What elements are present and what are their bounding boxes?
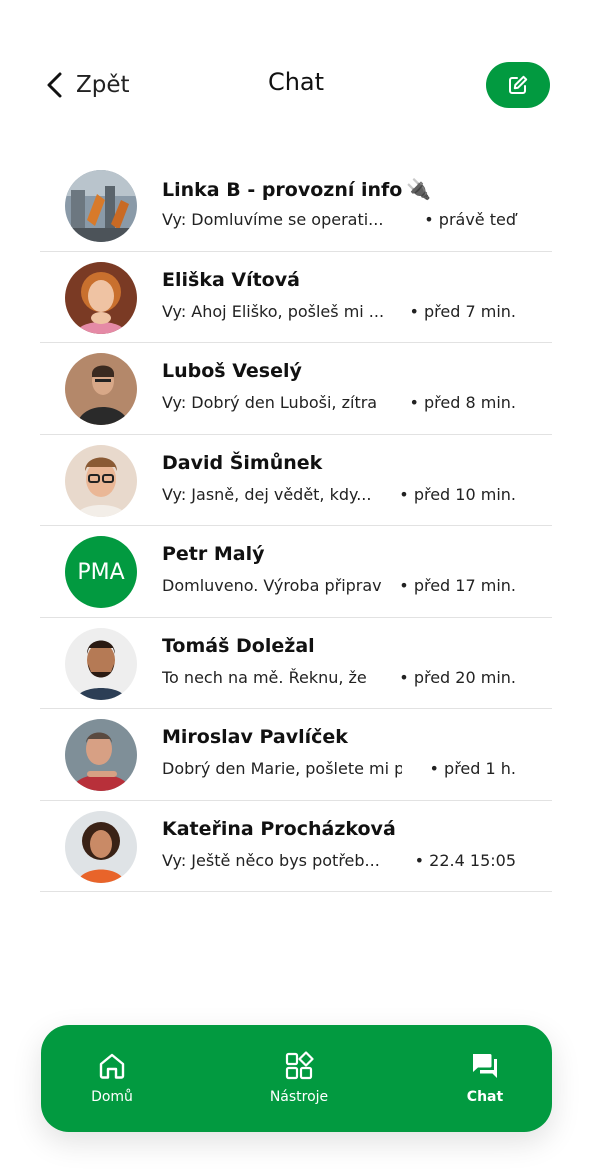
avatar (65, 444, 137, 517)
avatar (65, 627, 137, 700)
woman-photo-icon (65, 261, 137, 334)
factory-photo-icon (65, 170, 137, 242)
man-older-photo-icon (65, 719, 137, 791)
chat-time: • právě teď (420, 210, 516, 229)
chat-list: Linka B - provozní info 🔌 Vy: Domluvíme s… (40, 160, 552, 892)
chat-time: • před 10 min. (395, 484, 516, 504)
chat-row[interactable]: PMA Petr Malý Domluveno. Výroba připrav … (40, 526, 552, 618)
tab-tools-label: Nástroje (269, 1089, 329, 1105)
chat-bubbles-icon (470, 1051, 500, 1081)
chat-row[interactable]: Luboš Veselý Vy: Dobrý den Luboši, zítra… (40, 343, 552, 435)
man-beard-photo-icon (65, 627, 137, 700)
chat-row[interactable]: Tomáš Doležal To nech na mě. Řeknu, že •… (40, 618, 552, 709)
chat-time: • před 1 h. (425, 759, 516, 778)
chat-preview: Dobrý den Marie, pošlete mi p (162, 759, 402, 778)
compose-button[interactable] (486, 62, 550, 108)
tab-chat[interactable]: Chat (415, 1025, 555, 1132)
tab-home[interactable]: Domů (42, 1025, 182, 1132)
chat-preview: Domluveno. Výroba připrav (162, 576, 382, 595)
man-glasses-photo-icon (65, 444, 137, 517)
chat-row[interactable]: Kateřina Procházková Vy: Ještě něco bys … (40, 801, 552, 892)
chat-name: Kateřina Procházková (162, 817, 396, 840)
chat-row[interactable]: Miroslav Pavlíček Dobrý den Marie, pošle… (40, 709, 552, 801)
chat-preview: Vy: Jasně, dej vědět, kdy... (162, 484, 372, 504)
chat-row[interactable]: Linka B - provozní info 🔌 Vy: Domluvíme s… (40, 160, 552, 252)
avatar (65, 810, 137, 883)
bottom-tab-bar: Domů Nástroje Chat (41, 1025, 552, 1132)
chat-time: • před 17 min. (395, 576, 516, 595)
chat-time: • před 20 min. (395, 667, 516, 687)
chat-name: Miroslav Pavlíček (162, 726, 348, 748)
avatar (65, 261, 137, 334)
woman-curly-photo-icon (65, 810, 137, 883)
chat-name: Tomáš Doležal (162, 634, 315, 657)
tools-grid-icon (284, 1051, 314, 1081)
plug-icon: 🔌 (406, 177, 432, 201)
chat-row[interactable]: David Šimůnek Vy: Jasně, dej vědět, kdy.… (40, 435, 552, 526)
chat-preview: Vy: Ahoj Eliško, pošleš mi ... (162, 301, 385, 321)
chat-preview: Vy: Domluvíme se operati... (162, 210, 384, 229)
avatar: PMA (65, 536, 137, 608)
chat-time: • 22.4 15:05 (410, 850, 516, 870)
chat-time: • před 8 min. (405, 393, 516, 412)
avatar (65, 353, 137, 425)
tab-home-label: Domů (91, 1089, 133, 1105)
man-photo-icon (65, 353, 137, 425)
header: Zpět Chat (0, 0, 592, 170)
chat-name: Petr Malý (162, 543, 265, 565)
chat-preview: To nech na mě. Řeknu, že (162, 667, 367, 687)
chat-time: • před 7 min. (405, 301, 516, 321)
tab-tools[interactable]: Nástroje (229, 1025, 369, 1132)
chat-preview: Vy: Ještě něco bys potřeb... (162, 850, 380, 870)
avatar (65, 170, 137, 242)
chat-name: Linka B - provozní info 🔌 (162, 177, 432, 201)
chat-name: Eliška Vítová (162, 268, 300, 291)
edit-icon (509, 75, 528, 94)
chat-name: Luboš Veselý (162, 360, 302, 382)
avatar (65, 719, 137, 791)
home-icon (97, 1051, 127, 1081)
chat-preview: Vy: Dobrý den Luboši, zítra (162, 393, 378, 412)
chat-name: David Šimůnek (162, 451, 323, 474)
tab-chat-label: Chat (466, 1089, 504, 1105)
chat-row[interactable]: Eliška Vítová Vy: Ahoj Eliško, pošleš mi… (40, 252, 552, 343)
